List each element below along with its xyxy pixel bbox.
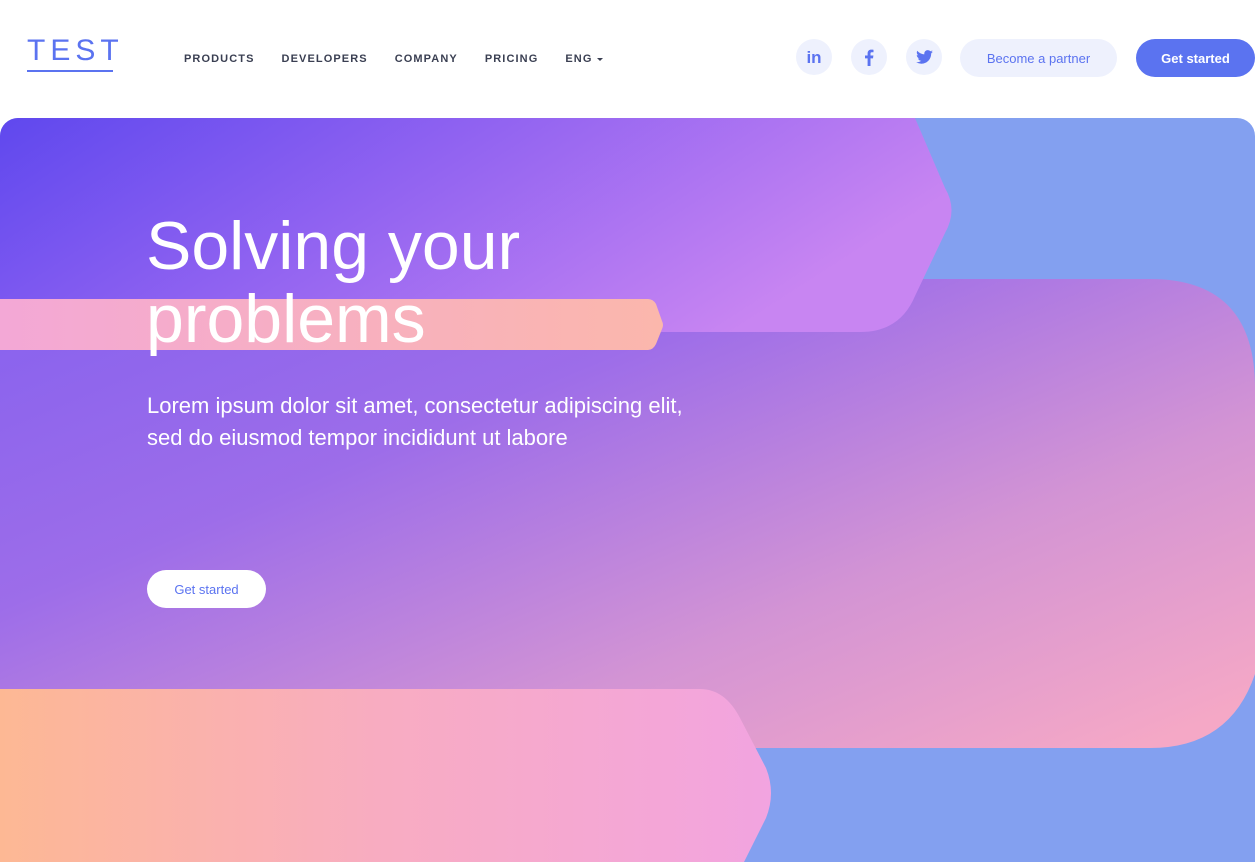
hero-title-line-2: problems: [146, 281, 426, 357]
site-header: TEST PRODUCTS DEVELOPERS COMPANY PRICING…: [0, 0, 1255, 118]
hero-shape-bottom: [0, 689, 771, 862]
language-label: ENG: [565, 53, 593, 65]
nav-list: PRODUCTS DEVELOPERS COMPANY PRICING ENG: [184, 49, 630, 67]
become-partner-button[interactable]: Become a partner: [960, 39, 1117, 77]
twitter-button[interactable]: [906, 39, 942, 75]
get-started-hero-button[interactable]: Get started: [147, 570, 266, 608]
get-started-header-button[interactable]: Get started: [1136, 39, 1255, 77]
facebook-icon: [865, 49, 874, 66]
nav-item-pricing[interactable]: PRICING: [485, 53, 539, 65]
hero-title-line-1: Solving your: [146, 208, 521, 284]
logo-underline: [27, 70, 113, 72]
logo-text: TEST: [27, 34, 124, 67]
linkedin-button[interactable]: in: [796, 39, 832, 75]
hero-section: Solving your problems Lorem ipsum dolor …: [0, 118, 1255, 862]
facebook-button[interactable]: [851, 39, 887, 75]
twitter-icon: [915, 50, 933, 64]
linkedin-icon: in: [806, 47, 822, 67]
hero-title: Solving your problems: [146, 210, 666, 356]
nav-item-products[interactable]: PRODUCTS: [184, 53, 255, 65]
nav-item-developers[interactable]: DEVELOPERS: [282, 53, 368, 65]
logo[interactable]: TEST: [27, 34, 124, 74]
hero-subtitle: Lorem ipsum dolor sit amet, consectetur …: [147, 393, 683, 450]
nav-item-company[interactable]: COMPANY: [395, 53, 458, 65]
language-selector[interactable]: ENG: [565, 53, 603, 65]
caret-down-icon: [596, 57, 603, 61]
